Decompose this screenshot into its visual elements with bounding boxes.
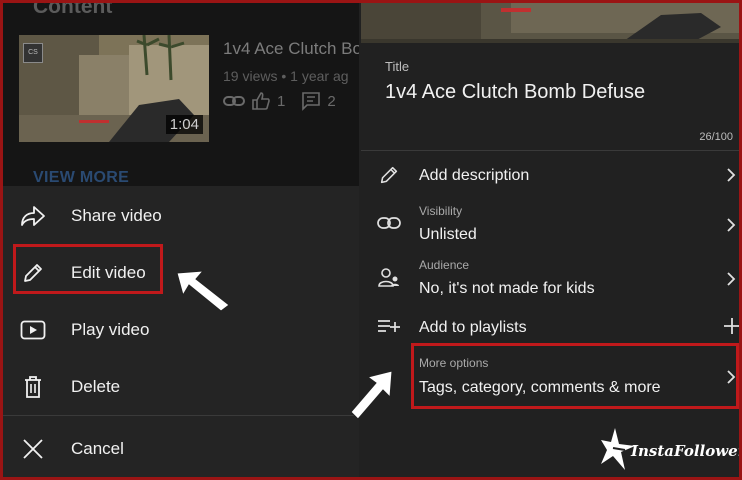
menu-item-label: Share video bbox=[71, 206, 162, 225]
view-more-link[interactable]: VIEW MORE bbox=[33, 169, 129, 187]
comments-count: 2 bbox=[327, 92, 336, 110]
audience-row[interactable]: Audience No, it's not made for kids bbox=[361, 253, 739, 305]
channel-logo-icon: CS bbox=[23, 43, 43, 63]
watermark-logo: InstaFollowers bbox=[601, 428, 742, 470]
close-icon bbox=[19, 435, 47, 463]
pointer-arrow-icon bbox=[350, 370, 393, 420]
add-to-playlists-row[interactable]: Add to playlists bbox=[361, 309, 739, 345]
divider bbox=[3, 415, 359, 416]
action-sheet: Share video Edit video Play video Delete bbox=[3, 186, 359, 477]
chevron-right-icon bbox=[727, 218, 736, 232]
comment-icon bbox=[302, 92, 321, 111]
playlist-add-icon bbox=[377, 315, 401, 339]
visibility-label: Visibility bbox=[419, 204, 463, 218]
pencil-icon bbox=[377, 163, 401, 187]
watermark-text: InstaFollowers bbox=[631, 442, 742, 460]
chevron-right-icon bbox=[727, 168, 736, 182]
video-stats: 1 2 bbox=[223, 91, 336, 111]
content-list-dimmed: Content CS 1:04 1v4 Ace Clutch Bo 19 vie… bbox=[3, 3, 359, 186]
link-icon bbox=[223, 96, 245, 106]
audience-value: No, it's not made for kids bbox=[419, 280, 595, 297]
share-video-item[interactable]: Share video bbox=[3, 189, 359, 243]
pointer-arrow-icon bbox=[176, 270, 230, 312]
menu-item-label: Play video bbox=[71, 320, 150, 339]
divider bbox=[361, 150, 739, 151]
video-title[interactable]: 1v4 Ace Clutch Bo bbox=[223, 39, 359, 59]
video-duration: 1:04 bbox=[165, 115, 203, 134]
chevron-right-icon bbox=[727, 272, 736, 286]
play-icon bbox=[19, 316, 47, 344]
add-description-row[interactable]: Add description bbox=[361, 153, 739, 199]
star-logo-icon bbox=[601, 428, 635, 470]
visibility-value: Unlisted bbox=[419, 226, 477, 243]
character-count: 26/100 bbox=[699, 131, 733, 143]
visibility-row[interactable]: Visibility Unlisted bbox=[361, 199, 739, 251]
share-icon bbox=[19, 202, 47, 230]
title-input[interactable]: 1v4 Ace Clutch Bomb Defuse bbox=[385, 81, 645, 104]
menu-item-label: Delete bbox=[71, 377, 121, 396]
video-meta: 19 views • 1 year ag bbox=[223, 68, 349, 84]
cancel-item[interactable]: Cancel bbox=[3, 422, 359, 476]
audience-label: Audience bbox=[419, 258, 470, 272]
likes-count: 1 bbox=[277, 92, 286, 110]
plus-icon bbox=[724, 318, 739, 334]
left-panel: Content CS 1:04 1v4 Ace Clutch Bo 19 vie… bbox=[3, 3, 359, 477]
add-to-playlists-label: Add to playlists bbox=[419, 319, 527, 336]
cancel-label: Cancel bbox=[71, 439, 124, 458]
video-preview[interactable] bbox=[361, 3, 739, 43]
more-options-highlight bbox=[411, 343, 739, 409]
delete-item[interactable]: Delete bbox=[3, 360, 359, 414]
preview-scene bbox=[361, 3, 739, 43]
title-label: Title bbox=[385, 59, 410, 74]
title-field[interactable]: Title 1v4 Ace Clutch Bomb Defuse 26/100 bbox=[361, 43, 739, 149]
edit-video-highlight bbox=[13, 244, 163, 294]
thumbs-up-icon bbox=[252, 92, 270, 110]
add-description-label: Add description bbox=[419, 167, 530, 184]
video-thumbnail[interactable]: CS 1:04 bbox=[19, 35, 209, 142]
audience-icon bbox=[377, 265, 401, 289]
section-heading: Content bbox=[33, 3, 113, 18]
screenshot-frame: Content CS 1:04 1v4 Ace Clutch Bo 19 vie… bbox=[0, 0, 742, 480]
link-icon bbox=[377, 211, 401, 235]
trash-icon bbox=[19, 373, 47, 401]
